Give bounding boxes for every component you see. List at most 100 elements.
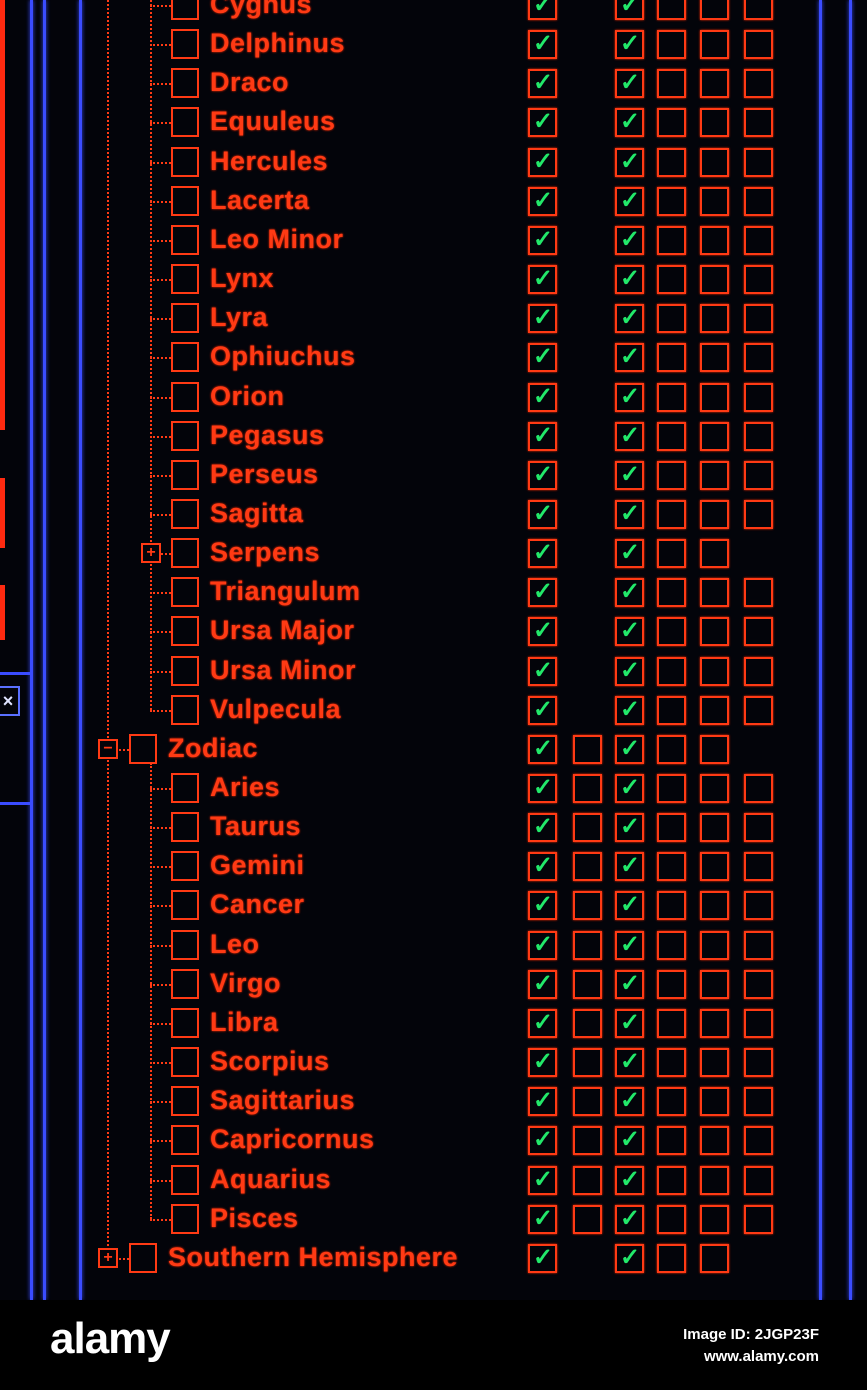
option-checkbox[interactable] — [744, 578, 773, 608]
tree-checkbox[interactable] — [171, 342, 199, 373]
option-checkbox[interactable] — [657, 695, 686, 725]
tree-item-label[interactable]: Lynx — [210, 263, 274, 293]
tree-checkbox[interactable] — [171, 224, 199, 255]
option-checkbox-checked[interactable]: ✓ — [528, 891, 557, 921]
tree-item-label[interactable]: Draco — [210, 67, 289, 97]
option-checkbox-checked[interactable]: ✓ — [615, 656, 644, 686]
option-checkbox-checked[interactable]: ✓ — [615, 1243, 644, 1273]
option-checkbox-checked[interactable]: ✓ — [615, 969, 644, 999]
option-checkbox-checked[interactable]: ✓ — [528, 1165, 557, 1195]
option-checkbox-checked[interactable]: ✓ — [528, 1243, 557, 1273]
tree-checkbox[interactable] — [171, 890, 199, 921]
option-checkbox-checked[interactable]: ✓ — [528, 930, 557, 960]
option-checkbox[interactable] — [657, 343, 686, 373]
tree-item-label[interactable]: Cygnus — [210, 0, 312, 19]
option-checkbox-checked[interactable]: ✓ — [615, 304, 644, 334]
option-checkbox[interactable] — [700, 813, 729, 843]
option-checkbox[interactable] — [700, 225, 729, 255]
option-checkbox[interactable] — [700, 695, 729, 725]
option-checkbox-checked[interactable]: ✓ — [615, 0, 644, 20]
option-checkbox[interactable] — [700, 343, 729, 373]
option-checkbox[interactable] — [657, 0, 686, 20]
option-checkbox[interactable] — [744, 225, 773, 255]
option-checkbox[interactable] — [700, 617, 729, 647]
option-checkbox[interactable] — [744, 617, 773, 647]
option-checkbox[interactable] — [657, 1008, 686, 1038]
tree-checkbox[interactable] — [129, 733, 157, 764]
option-checkbox-checked[interactable]: ✓ — [615, 813, 644, 843]
option-checkbox[interactable] — [657, 539, 686, 569]
option-checkbox[interactable] — [744, 304, 773, 334]
tree-checkbox[interactable] — [171, 694, 199, 725]
option-checkbox-checked[interactable]: ✓ — [615, 930, 644, 960]
close-button[interactable]: × — [0, 686, 20, 716]
option-checkbox[interactable] — [573, 1165, 602, 1195]
tree-checkbox[interactable] — [171, 68, 199, 99]
option-checkbox[interactable] — [744, 1048, 773, 1078]
option-checkbox-checked[interactable]: ✓ — [528, 852, 557, 882]
tree-checkbox[interactable] — [171, 146, 199, 177]
option-checkbox[interactable] — [700, 1204, 729, 1234]
option-checkbox[interactable] — [573, 969, 602, 999]
option-checkbox-checked[interactable]: ✓ — [528, 617, 557, 647]
option-checkbox-checked[interactable]: ✓ — [528, 69, 557, 99]
tree-item-label[interactable]: Hercules — [210, 146, 328, 176]
option-checkbox[interactable] — [700, 421, 729, 451]
option-checkbox[interactable] — [657, 578, 686, 608]
option-checkbox[interactable] — [657, 1243, 686, 1273]
option-checkbox[interactable] — [744, 30, 773, 60]
tree-checkbox[interactable] — [171, 1007, 199, 1038]
tree-checkbox[interactable] — [171, 107, 199, 138]
option-checkbox[interactable] — [657, 969, 686, 999]
option-checkbox-checked[interactable]: ✓ — [615, 382, 644, 412]
option-checkbox-checked[interactable]: ✓ — [615, 1008, 644, 1038]
scrollbar-track[interactable] — [819, 0, 822, 1300]
option-checkbox[interactable] — [700, 930, 729, 960]
option-checkbox-checked[interactable]: ✓ — [615, 186, 644, 216]
tree-item-label[interactable]: Zodiac — [168, 733, 258, 763]
option-checkbox-checked[interactable]: ✓ — [528, 1204, 557, 1234]
option-checkbox[interactable] — [700, 1087, 729, 1117]
option-checkbox-checked[interactable]: ✓ — [528, 734, 557, 764]
tree-checkbox[interactable] — [171, 1203, 199, 1234]
tree-item-label[interactable]: Capricornus — [210, 1124, 375, 1154]
option-checkbox[interactable] — [657, 147, 686, 177]
tree-checkbox[interactable] — [171, 29, 199, 60]
option-checkbox[interactable] — [573, 734, 602, 764]
option-checkbox[interactable] — [744, 0, 773, 20]
option-checkbox-checked[interactable]: ✓ — [615, 1204, 644, 1234]
option-checkbox[interactable] — [700, 1048, 729, 1078]
option-checkbox[interactable] — [657, 813, 686, 843]
expand-icon[interactable]: + — [141, 543, 161, 564]
option-checkbox-checked[interactable]: ✓ — [615, 69, 644, 99]
option-checkbox-checked[interactable]: ✓ — [528, 1008, 557, 1038]
option-checkbox[interactable] — [700, 891, 729, 921]
option-checkbox-checked[interactable]: ✓ — [615, 1048, 644, 1078]
option-checkbox[interactable] — [700, 656, 729, 686]
option-checkbox[interactable] — [700, 1126, 729, 1156]
option-checkbox[interactable] — [744, 343, 773, 373]
option-checkbox[interactable] — [700, 852, 729, 882]
option-checkbox-checked[interactable]: ✓ — [615, 225, 644, 255]
option-checkbox-checked[interactable]: ✓ — [528, 304, 557, 334]
option-checkbox[interactable] — [744, 1126, 773, 1156]
option-checkbox[interactable] — [657, 108, 686, 138]
tree-checkbox[interactable] — [171, 1086, 199, 1117]
tree-item-label[interactable]: Delphinus — [210, 28, 345, 58]
tree-item-label[interactable]: Southern Hemisphere — [168, 1242, 458, 1272]
option-checkbox[interactable] — [744, 69, 773, 99]
option-checkbox[interactable] — [573, 852, 602, 882]
option-checkbox-checked[interactable]: ✓ — [528, 1048, 557, 1078]
tree-checkbox[interactable] — [171, 459, 199, 490]
tree-checkbox[interactable] — [171, 185, 199, 216]
option-checkbox[interactable] — [744, 1087, 773, 1117]
tree-item-label[interactable]: Lacerta — [210, 185, 310, 215]
option-checkbox[interactable] — [657, 852, 686, 882]
tree-item-label[interactable]: Libra — [210, 1007, 279, 1037]
option-checkbox[interactable] — [744, 969, 773, 999]
tree-item-label[interactable]: Cancer — [210, 889, 305, 919]
collapse-icon[interactable]: − — [98, 738, 118, 759]
option-checkbox-checked[interactable]: ✓ — [615, 1087, 644, 1117]
option-checkbox-checked[interactable]: ✓ — [528, 1087, 557, 1117]
option-checkbox-checked[interactable]: ✓ — [615, 460, 644, 490]
